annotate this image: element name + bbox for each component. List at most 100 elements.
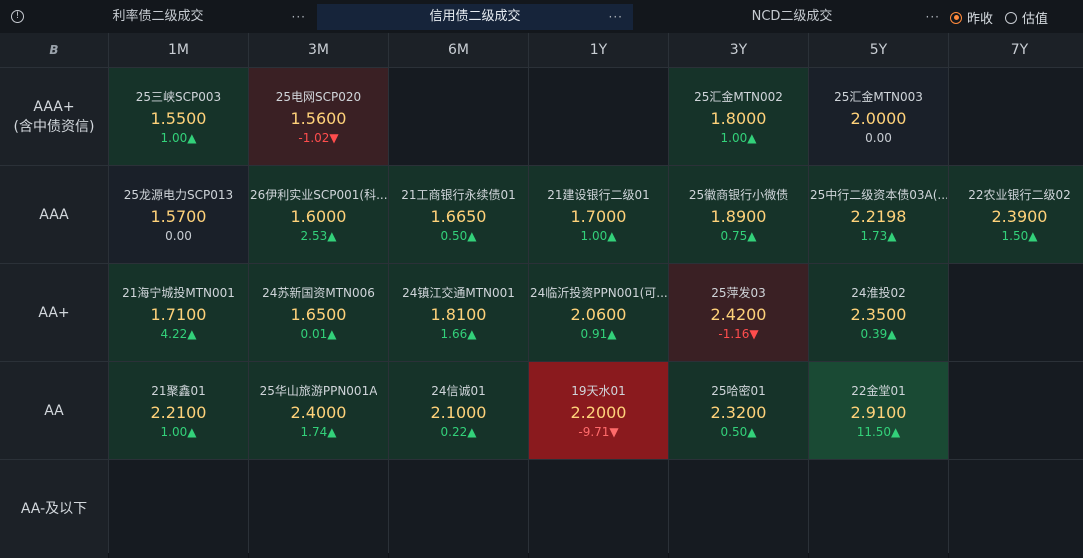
row-header: AA+ bbox=[0, 264, 108, 361]
yield-change: 1.00▲ bbox=[720, 131, 757, 145]
yield-change: -1.16▼ bbox=[718, 327, 759, 341]
yield-change: 1.74▲ bbox=[300, 425, 337, 439]
bond-name: 21聚鑫01 bbox=[151, 384, 206, 398]
bond-cell[interactable]: 24临沂投资PPN001(可... 2.0600 0.91▲ bbox=[529, 264, 668, 361]
bond-name: 19天水01 bbox=[571, 384, 626, 398]
bond-cell[interactable]: 24镇江交通MTN001 1.8100 1.66▲ bbox=[389, 264, 528, 361]
radio-dot-icon[interactable] bbox=[1005, 11, 1018, 24]
bond-cell[interactable]: 21海宁城投MTN001 1.7100 4.22▲ bbox=[109, 264, 248, 361]
bond-name: 25哈密01 bbox=[711, 384, 766, 398]
bond-cell[interactable]: 25电网SCP020 1.5600 -1.02▼ bbox=[249, 68, 388, 165]
bond-yield: 2.3500 bbox=[850, 305, 907, 324]
yield-change: 4.22▲ bbox=[160, 327, 197, 341]
bond-cell[interactable]: 25三峡SCP003 1.5500 1.00▲ bbox=[109, 68, 248, 165]
tab-more-icon[interactable]: ··· bbox=[926, 4, 940, 30]
bond-name: 21工商银行永续债01 bbox=[401, 188, 516, 202]
tab-label: 利率债二级成交 bbox=[112, 9, 204, 24]
yield-change: 1.50▲ bbox=[1001, 229, 1038, 243]
yield-change: 0.50▲ bbox=[720, 425, 757, 439]
bond-name: 22金堂01 bbox=[851, 384, 906, 398]
bond-cell[interactable]: 21工商银行永续债01 1.6650 0.50▲ bbox=[389, 166, 528, 263]
bond-cell[interactable]: 21建设银行二级01 1.7000 1.00▲ bbox=[529, 166, 668, 263]
bond-name: 25汇金MTN002 bbox=[694, 90, 783, 104]
bond-cell[interactable]: 21聚鑫01 2.2100 1.00▲ bbox=[109, 362, 248, 459]
bond-name: 22农业银行二级02 bbox=[968, 188, 1071, 202]
row-header: AA-及以下 bbox=[0, 460, 108, 558]
bond-cell[interactable]: 24信诚01 2.1000 0.22▲ bbox=[389, 362, 528, 459]
tab-label: NCD二级成交 bbox=[751, 9, 833, 24]
tab-0[interactable]: 利率债二级成交 ··· bbox=[0, 4, 316, 30]
yield-change: 1.73▲ bbox=[860, 229, 897, 243]
brand-logo-icon: B bbox=[49, 43, 59, 57]
bond-name: 24苏新国资MTN006 bbox=[262, 286, 375, 300]
bond-cell[interactable]: 19天水01 2.2000 -9.71▼ bbox=[529, 362, 668, 459]
bond-yield: 2.3900 bbox=[991, 207, 1048, 226]
bond-yield: 1.8100 bbox=[430, 305, 487, 324]
row-header: AA bbox=[0, 362, 108, 459]
bond-cell[interactable]: 22金堂01 2.9100 11.50▲ bbox=[809, 362, 948, 459]
tab-more-icon[interactable]: ··· bbox=[292, 4, 306, 30]
bond-cell[interactable]: 25中行二级资本债03A(... 2.2198 1.73▲ bbox=[809, 166, 948, 263]
bond-yield: 2.0600 bbox=[570, 305, 627, 324]
radio-option-0[interactable]: 昨收 bbox=[950, 8, 993, 27]
bond-name: 25龙源电力SCP013 bbox=[123, 188, 234, 202]
yield-change: 0.91▲ bbox=[580, 327, 617, 341]
column-header-7Y: 7Y bbox=[949, 33, 1083, 67]
tab-2[interactable]: NCD二级成交 ··· bbox=[634, 4, 950, 30]
bond-yield: 2.3200 bbox=[710, 403, 767, 422]
bond-yield: 2.4200 bbox=[710, 305, 767, 324]
bond-yield: 2.9100 bbox=[850, 403, 907, 422]
bond-name: 24临沂投资PPN001(可... bbox=[530, 286, 667, 300]
bond-name: 24信诚01 bbox=[431, 384, 486, 398]
bond-cell[interactable]: 25龙源电力SCP013 1.5700 0.00 bbox=[109, 166, 248, 263]
column-header-3M: 3M bbox=[249, 33, 388, 67]
bond-cell[interactable]: 25汇金MTN003 2.0000 0.00 bbox=[809, 68, 948, 165]
bond-name: 25徽商银行小微债 bbox=[688, 188, 789, 202]
tab-1[interactable]: 信用债二级成交 ··· bbox=[317, 4, 633, 30]
empty-cell bbox=[389, 68, 528, 165]
credit-bond-matrix: B 1M 3M 6M 1Y 3Y 5Y 7Y AAA+ (含中债资信) 25三峡SCP003 1.5… bbox=[0, 33, 1083, 558]
radio-dot-icon[interactable] bbox=[950, 11, 962, 24]
row-header: AAA bbox=[0, 166, 108, 263]
bond-yield: 1.5500 bbox=[150, 109, 207, 128]
bond-cell[interactable]: 24淮投02 2.3500 0.39▲ bbox=[809, 264, 948, 361]
empty-cell bbox=[249, 460, 388, 558]
yield-change: 1.66▲ bbox=[440, 327, 477, 341]
bond-name: 25电网SCP020 bbox=[275, 90, 362, 104]
bond-name: 25中行二级资本债03A(... bbox=[810, 188, 947, 202]
bond-cell[interactable]: 26伊利实业SCP001(科... 1.6000 2.53▲ bbox=[249, 166, 388, 263]
bond-cell[interactable]: 25徽商银行小微债 1.8900 0.75▲ bbox=[669, 166, 808, 263]
bond-cell[interactable]: 25哈密01 2.3200 0.50▲ bbox=[669, 362, 808, 459]
bond-yield: 1.8000 bbox=[710, 109, 767, 128]
yield-change: 1.00▲ bbox=[160, 131, 197, 145]
bond-cell[interactable]: 22农业银行二级02 2.3900 1.50▲ bbox=[949, 166, 1083, 263]
bond-cell[interactable]: 25华山旅游PPN001A 2.4000 1.74▲ bbox=[249, 362, 388, 459]
bond-name: 26伊利实业SCP001(科... bbox=[250, 188, 387, 202]
bond-yield: 2.2000 bbox=[570, 403, 627, 422]
bond-cell[interactable]: 25萍发03 2.4200 -1.16▼ bbox=[669, 264, 808, 361]
yield-change: -9.71▼ bbox=[578, 425, 619, 439]
radio-option-1[interactable]: 估值 bbox=[1005, 8, 1048, 27]
yield-change: -1.02▼ bbox=[298, 131, 339, 145]
column-header-6M: 6M bbox=[389, 33, 528, 67]
bond-name: 21海宁城投MTN001 bbox=[122, 286, 235, 300]
empty-cell bbox=[949, 460, 1083, 558]
bond-name: 25三峡SCP003 bbox=[135, 90, 222, 104]
yield-change: 0.22▲ bbox=[440, 425, 477, 439]
bond-name: 21建设银行二级01 bbox=[547, 188, 650, 202]
empty-cell bbox=[529, 460, 668, 558]
bond-yield: 2.1000 bbox=[430, 403, 487, 422]
yield-change: 11.50▲ bbox=[856, 425, 901, 439]
bond-yield: 1.7000 bbox=[570, 207, 627, 226]
yield-change: 0.50▲ bbox=[440, 229, 477, 243]
bond-cell[interactable]: 25汇金MTN002 1.8000 1.00▲ bbox=[669, 68, 808, 165]
bond-cell[interactable]: 24苏新国资MTN006 1.6500 0.01▲ bbox=[249, 264, 388, 361]
yield-change: 1.00▲ bbox=[160, 425, 197, 439]
bond-name: 24淮投02 bbox=[851, 286, 906, 300]
tab-label: 信用债二级成交 bbox=[429, 9, 521, 24]
tab-more-icon[interactable]: ··· bbox=[609, 4, 623, 30]
bond-yield: 1.5700 bbox=[150, 207, 207, 226]
bond-name: 25萍发03 bbox=[711, 286, 766, 300]
bond-yield: 2.2100 bbox=[150, 403, 207, 422]
yield-change: 0.00 bbox=[865, 131, 892, 145]
